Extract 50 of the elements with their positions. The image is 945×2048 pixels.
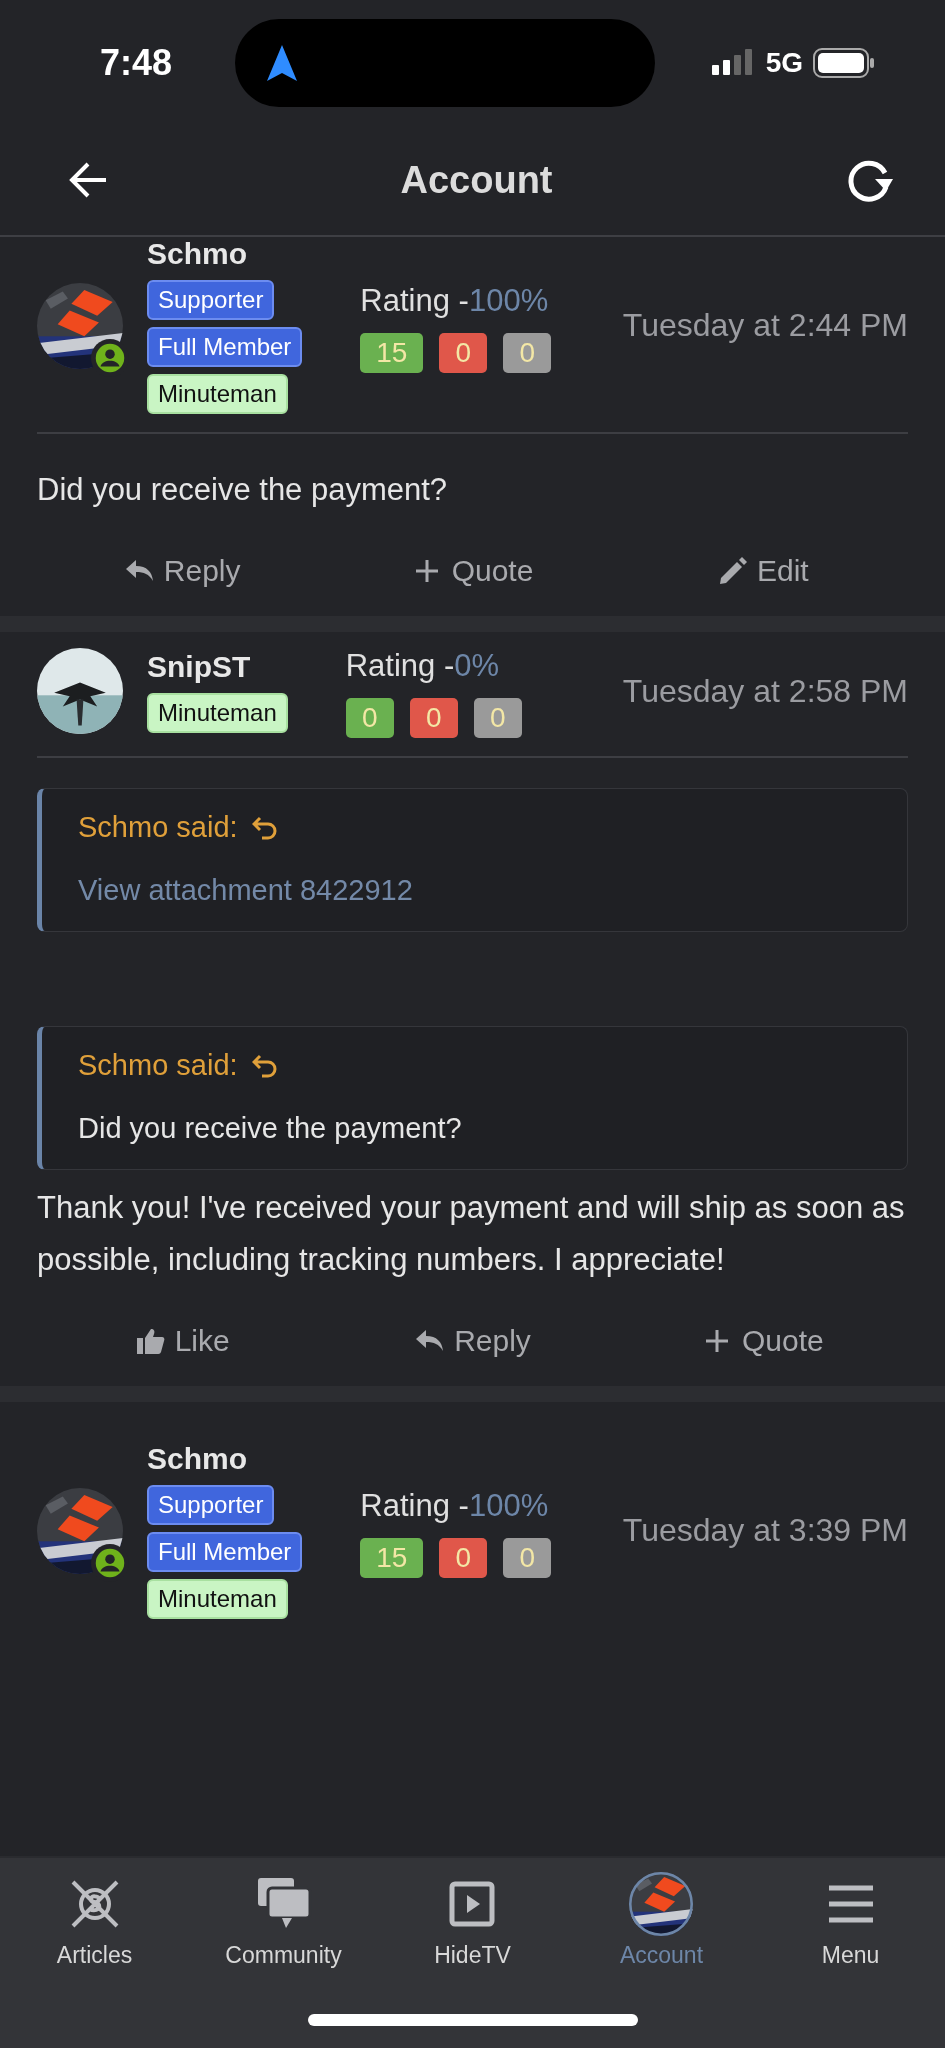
- post-text: Did you receive the payment?: [37, 471, 449, 509]
- feedback-count: 15: [360, 1537, 424, 1578]
- post-text: Thank you! I've received your payment and will ship as soon as possible, including tracking numbers. I appreciate!: [37, 1189, 906, 1279]
- feedback-count: 0: [439, 1537, 488, 1578]
- user-title-badge: Supporter: [147, 280, 275, 320]
- feedback-count: 15: [360, 332, 424, 373]
- rating-label: Rating -100%: [360, 281, 550, 320]
- rating-label: Rating -100%: [360, 1486, 550, 1525]
- rating-label: Rating -0%: [345, 647, 501, 685]
- post-time: Tuesday at 3:39 PM: [621, 1512, 908, 1549]
- user-title-badge: Minuteman: [147, 374, 288, 414]
- post-time: Tuesday at 2:58 PM: [621, 672, 908, 710]
- action-button[interactable]: Quote: [695, 1318, 830, 1364]
- action-button[interactable]: Like: [128, 1318, 236, 1364]
- user-title-badge: Full Member: [147, 327, 303, 367]
- username[interactable]: SnipST: [147, 649, 251, 684]
- action-button[interactable]: Reply: [117, 548, 247, 594]
- feedback-count: 0: [503, 1537, 552, 1578]
- battery-icon: [813, 47, 875, 78]
- tab-item[interactable]: Menu: [818, 1872, 883, 1969]
- status-time: 7:48: [100, 41, 174, 84]
- jump-back-icon[interactable]: [251, 814, 278, 841]
- tab-item[interactable]: HideTV: [434, 1872, 511, 1969]
- quote-text: Did you receive the payment?: [78, 1112, 463, 1145]
- user-title-badge: Full Member: [147, 1532, 303, 1572]
- jump-back-icon[interactable]: [251, 1052, 278, 1079]
- user-title-badge: Minuteman: [147, 692, 288, 733]
- feedback-count: 0: [439, 332, 488, 373]
- feedback-count: 0: [503, 332, 552, 373]
- attachment-link[interactable]: View attachment 8422912: [78, 874, 413, 907]
- action-button[interactable]: Reply: [408, 1318, 537, 1364]
- location-arrow-icon: [266, 44, 297, 81]
- page-title: Account: [400, 158, 553, 202]
- feedback-count: 0: [345, 698, 394, 738]
- network-label: 5G: [765, 46, 803, 79]
- action-button[interactable]: Quote: [405, 548, 540, 594]
- user-title-badge: Minuteman: [147, 1579, 288, 1619]
- username[interactable]: Schmo: [147, 237, 248, 271]
- thumbs-up-icon: [134, 1326, 165, 1356]
- tab-item[interactable]: Articles: [56, 1872, 133, 1969]
- username[interactable]: Schmo: [147, 1442, 248, 1476]
- action-button[interactable]: Edit: [710, 548, 815, 594]
- back-icon[interactable]: [68, 162, 108, 198]
- post-time: Tuesday at 2:44 PM: [621, 307, 908, 344]
- feedback-count: 0: [473, 698, 522, 738]
- tab-item[interactable]: Community: [225, 1872, 342, 1969]
- quote-author[interactable]: Schmo said:: [78, 1049, 238, 1082]
- feedback-count: 0: [409, 698, 458, 738]
- user-title-badge: Supporter: [147, 1485, 275, 1525]
- quote-author[interactable]: Schmo said:: [78, 811, 238, 844]
